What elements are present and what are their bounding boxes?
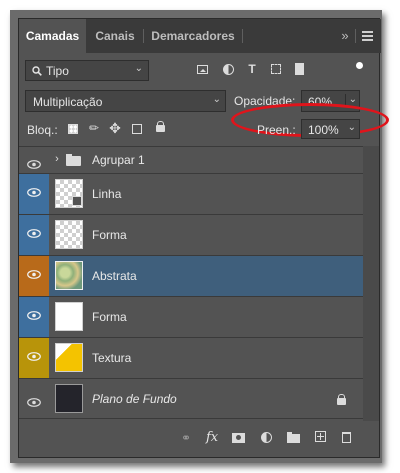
chevron-right-icon[interactable]: ›	[53, 153, 61, 165]
layer-row-textura[interactable]: Textura	[19, 337, 365, 378]
eye-icon[interactable]	[27, 156, 41, 169]
layer-thumbnail	[55, 343, 83, 372]
color-tag	[19, 297, 49, 337]
hamburger-icon[interactable]	[362, 31, 373, 41]
layer-name: Forma	[92, 310, 127, 324]
lock-transparent-icon[interactable]	[68, 124, 78, 134]
scrollbar-track[interactable]	[363, 146, 379, 421]
lock-icon	[337, 394, 346, 405]
layer-row-background[interactable]: Plano de Fundo	[19, 378, 365, 419]
filter-select[interactable]: Tipo ⌄	[25, 60, 149, 81]
lock-artboard-icon[interactable]	[132, 124, 142, 134]
link-icon[interactable]: ⚭	[178, 431, 194, 445]
tab-demarcadores[interactable]: Demarcadores	[146, 19, 240, 53]
lock-paint-brush-icon[interactable]: ✏	[87, 121, 101, 135]
layer-name: Plano de Fundo	[92, 392, 177, 406]
fx-icon[interactable]: fx	[206, 430, 218, 445]
eye-icon[interactable]	[27, 188, 41, 197]
fill-field[interactable]: 100% ⌄	[301, 119, 360, 139]
layers-panel: Camadas Canais Demarcadores » Tipo ⌄ T M…	[18, 18, 389, 458]
adjustment-filter-icon[interactable]	[223, 64, 234, 75]
chevron-down-icon: ⌄	[344, 94, 357, 105]
color-tag	[19, 174, 49, 214]
mask-icon[interactable]	[232, 433, 245, 443]
lock-label: Bloq.:	[27, 123, 58, 137]
folder-icon	[66, 154, 81, 166]
eye-icon[interactable]	[27, 352, 41, 361]
chevron-down-icon: ⌄	[212, 94, 221, 105]
tab-divider	[355, 29, 356, 43]
image-filter-icon[interactable]	[197, 65, 208, 74]
shape-badge-icon	[72, 196, 82, 206]
chevron-down-icon: ⌄	[347, 122, 356, 133]
bottom-toolbar: ⚭ fx	[19, 421, 381, 457]
layer-row-group[interactable]: › Agrupar 1	[19, 146, 365, 173]
tab-divider	[242, 29, 243, 43]
layer-name: Textura	[92, 351, 132, 365]
filter-value: Tipo	[46, 64, 69, 78]
type-filter-icon[interactable]: T	[246, 62, 258, 76]
smart-object-filter-icon[interactable]	[295, 63, 304, 75]
new-layer-icon[interactable]	[315, 431, 326, 442]
adjustment-icon[interactable]	[261, 432, 272, 443]
tab-canais[interactable]: Canais	[89, 19, 141, 53]
layer-row-linha[interactable]: Linha	[19, 173, 365, 214]
layer-name: Agrupar 1	[92, 153, 145, 167]
layer-row-forma[interactable]: Forma	[19, 214, 365, 255]
color-tag	[19, 256, 49, 296]
layer-name: Linha	[92, 187, 122, 201]
tab-divider	[143, 29, 144, 43]
filter-toggle-icon[interactable]	[356, 62, 363, 69]
fill-label: Preen.:	[257, 123, 296, 137]
layer-thumbnail	[55, 220, 83, 249]
search-icon	[32, 66, 42, 76]
tab-bar: Camadas Canais Demarcadores »	[19, 19, 381, 53]
blend-mode-value: Multiplicação	[33, 95, 103, 109]
folder-icon[interactable]	[287, 432, 300, 443]
blend-mode-select[interactable]: Multiplicação ⌄	[25, 90, 226, 112]
trash-icon[interactable]	[342, 432, 351, 443]
eye-icon[interactable]	[27, 270, 41, 279]
layer-name: Abstrata	[92, 269, 137, 283]
layer-row-abstrata[interactable]: Abstrata	[19, 255, 365, 296]
color-tag	[19, 215, 49, 255]
shape-filter-icon[interactable]	[271, 64, 281, 74]
lock-position-move-icon[interactable]: ✥	[108, 120, 122, 137]
color-tag	[19, 338, 49, 378]
layer-thumbnail	[55, 384, 83, 413]
layer-name: Forma	[92, 228, 127, 242]
tab-camadas[interactable]: Camadas	[19, 19, 86, 53]
layer-thumbnail	[55, 261, 83, 290]
eye-icon[interactable]	[27, 229, 41, 238]
chevron-down-icon: ⌄	[134, 63, 143, 74]
double-chevron-icon[interactable]: »	[337, 28, 353, 43]
eye-icon[interactable]	[27, 394, 41, 407]
fill-value: 100%	[308, 123, 339, 137]
lock-all-icon[interactable]	[156, 121, 165, 132]
layer-thumbnail	[55, 302, 83, 331]
layer-row-forma-white[interactable]: Forma	[19, 296, 365, 337]
eye-icon[interactable]	[27, 311, 41, 320]
